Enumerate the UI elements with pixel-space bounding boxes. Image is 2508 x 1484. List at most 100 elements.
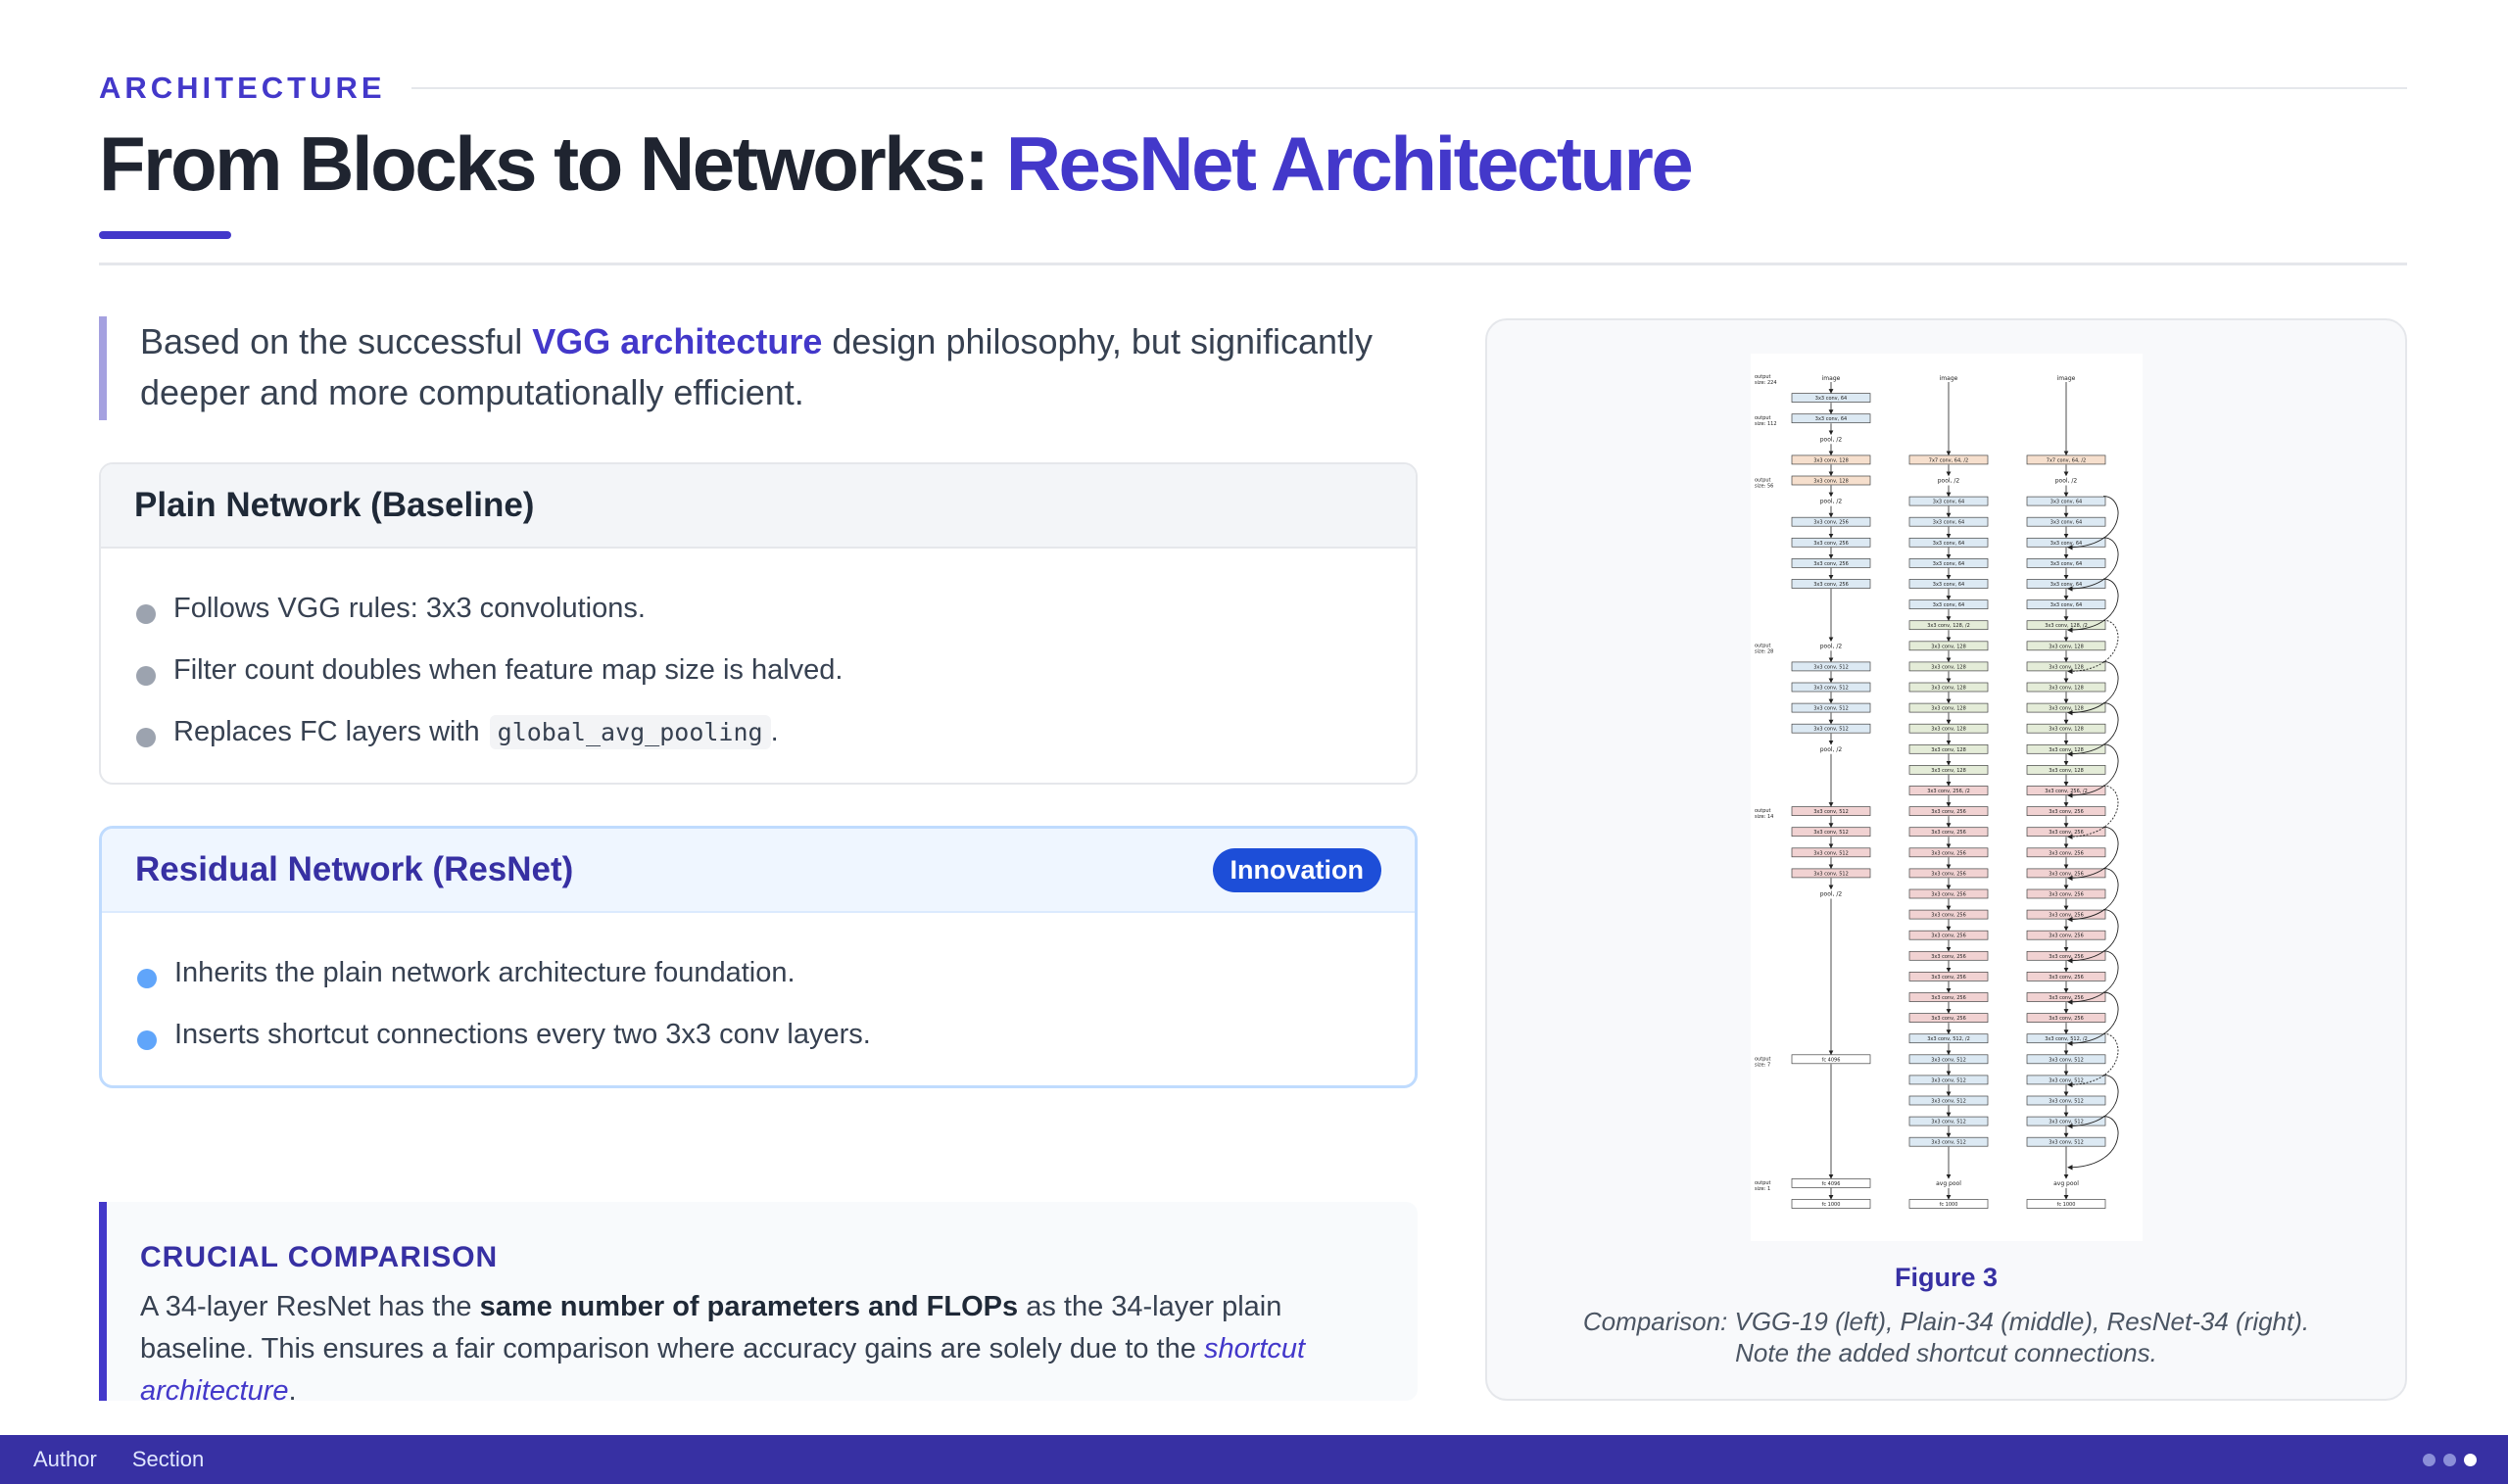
list-item-text: Follows VGG rules: 3x3 convolutions. [173, 593, 646, 624]
diagram-input-label: image [2057, 375, 2076, 382]
resnet-card-title: Residual Network (ResNet) [135, 850, 574, 888]
figure-panel: image 3x3 conv, 64 3x3 conv, 64 pool, /2 3x3… [1485, 318, 2407, 1401]
diagram-layer-label: 3x3 conv, 512 [1813, 706, 1849, 712]
list-item: Inherits the plain network architecture … [137, 942, 1379, 1004]
diagram-size-label: size: 56 [1755, 484, 1773, 490]
diagram-layer-label: 3x3 conv, 256 [1931, 913, 1966, 919]
diagram-layer-label: 3x3 conv, 256 [2049, 913, 2084, 919]
diagram-layer-label: 3x3 conv, 512 [1931, 1057, 1966, 1063]
callout-title: CRUCIAL COMPARISON [140, 1241, 499, 1273]
figure-label: Figure 3 [1894, 1263, 1999, 1292]
diagram-layer-label: 3x3 conv, 256 [1931, 809, 1966, 815]
diagram-layer-label: 3x3 conv, 64 [1815, 416, 1847, 422]
diagram-layer-label: fc 4096 [1822, 1181, 1841, 1187]
diagram-layer-label: 3x3 conv, 64 [2050, 561, 2082, 567]
crucial-comparison-callout: CRUCIAL COMPARISON A 34-layer ResNet has… [99, 1202, 1418, 1407]
diagram-layer-label: 3x3 conv, 512, /2 [1927, 1036, 1970, 1042]
diagram-layer-label: 3x3 conv, 256 [2049, 933, 2084, 939]
intro-highlight: VGG architecture [532, 321, 823, 361]
diagram-layer-label: 7x7 conv, 64, /2 [2047, 457, 2086, 463]
kicker-divider [410, 87, 2407, 89]
diagram-layer-label: 3x3 conv, 256 [1931, 1016, 1966, 1022]
diagram-layer-label: 3x3 conv, 512 [1813, 871, 1849, 877]
diagram-layer-label: 3x3 conv, 256 [2049, 954, 2084, 960]
slide-progress-dots [2423, 1454, 2477, 1466]
diagram-layer-label: 3x3 conv, 256, /2 [1927, 789, 1970, 794]
progress-dot[interactable] [2443, 1454, 2456, 1466]
kicker-row: ARCHITECTURE [99, 69, 2407, 108]
diagram-layer-label: 3x3 conv, 128 [2049, 686, 2084, 692]
diagram-layer-label: 3x3 conv, 128 [1931, 747, 1966, 753]
diagram-layer-label: fc 1000 [1822, 1202, 1841, 1208]
progress-dot-active[interactable] [2464, 1454, 2477, 1466]
plain-network-card: Plain Network (Baseline) Follows VGG rul… [99, 462, 1418, 785]
diagram-input-label: image [1940, 375, 1958, 382]
diagram-layer-label: 3x3 conv, 256 [1813, 541, 1849, 547]
resnet-architecture-diagram: image 3x3 conv, 64 3x3 conv, 64 pool, /2 3x3… [1751, 354, 2143, 1241]
resnet-card-header: Residual Network (ResNet) Innovation [102, 829, 1415, 913]
diagram-layer-label: 3x3 conv, 128 [2049, 768, 2084, 774]
page-title-accent: ResNet Architecture [1005, 120, 1694, 207]
list-item-text: Replaces FC layers with [173, 716, 480, 747]
diagram-layer-label: 3x3 conv, 256 [1813, 520, 1849, 526]
diagram-layer-label: 3x3 conv, 128 [1931, 644, 1966, 649]
diagram-layer-label: 3x3 conv, 128, /2 [2045, 623, 2088, 629]
diagram-layer-label: 3x3 conv, 512 [1931, 1099, 1966, 1105]
resnet-card-list: Inherits the plain network architecture … [102, 913, 1415, 1066]
diagram-size-label: size: 14 [1755, 814, 1773, 820]
diagram-layer-label: 3x3 conv, 256, /2 [2045, 789, 2088, 794]
diagram-layer-label: 3x3 conv, 512, /2 [2045, 1036, 2088, 1042]
callout-bold: same number of parameters and FLOPs [479, 1291, 1019, 1322]
section-kicker: ARCHITECTURE [99, 71, 386, 105]
diagram-size-label: size: 1 [1755, 1186, 1770, 1192]
plain-card-title: Plain Network (Baseline) [134, 486, 535, 524]
diagram-layer-label: 3x3 conv, 512 [2049, 1120, 2084, 1125]
diagram-layer-label: 3x3 conv, 512 [2049, 1077, 2084, 1083]
page-title-main: From Blocks to Networks: [99, 120, 1006, 207]
diagram-layer-label: 3x3 conv, 128 [1931, 686, 1966, 692]
diagram-pool-label: pool, /2 [1820, 643, 1843, 649]
innovation-badge: Innovation [1212, 847, 1381, 892]
diagram-layer-label: 3x3 conv, 256 [1931, 975, 1966, 981]
figure-caption: Comparison: VGG-19 (left), Plain-34 (mid… [1487, 1306, 2405, 1368]
diagram-layer-label: 3x3 conv, 256 [2049, 995, 2084, 1001]
diagram-pool-label: avg pool [1936, 1180, 1961, 1187]
page-title: From Blocks to Networks: ResNet Architec… [99, 120, 1694, 209]
resnet-card: Residual Network (ResNet) Innovation Inh… [99, 826, 1418, 1088]
figure-caption-line-1: Comparison: VGG-19 (left), Plain-34 (mid… [1582, 1307, 2310, 1336]
diagram-layer-label: 3x3 conv, 64 [1933, 561, 1964, 567]
diagram-layer-label: 3x3 conv, 256 [2049, 1016, 2084, 1022]
diagram-layer-label: 3x3 conv, 64 [1815, 396, 1847, 402]
diagram-layer-label: 3x3 conv, 256 [1931, 871, 1966, 877]
diagram-layer-label: 3x3 conv, 512 [2049, 1140, 2084, 1146]
diagram-layer-label: 3x3 conv, 128 [2049, 706, 2084, 712]
diagram-layer-label: 3x3 conv, 256 [2049, 871, 2084, 877]
diagram-layer-label: 3x3 conv, 128 [1931, 727, 1966, 733]
diagram-layer-label: 3x3 conv, 256 [2049, 850, 2084, 856]
footer-section: Section [131, 1447, 205, 1471]
diagram-layer-label: 3x3 conv, 512 [1931, 1077, 1966, 1083]
diagram-layer-label: 3x3 conv, 512 [1813, 664, 1849, 670]
diagram-layer-label: 3x3 conv, 256 [1931, 830, 1966, 836]
diagram-layer-label: 3x3 conv, 256 [1931, 850, 1966, 856]
diagram-layer-label: 3x3 conv, 64 [1933, 520, 1964, 526]
callout-text-3: . [288, 1375, 297, 1407]
diagram-layer-label: 3x3 conv, 64 [1933, 582, 1964, 588]
plain-card-header: Plain Network (Baseline) [101, 464, 1416, 549]
diagram-layer-label: 3x3 conv, 64 [2050, 500, 2082, 505]
list-item: Replaces FC layers with global_avg_pooli… [136, 701, 1380, 763]
diagram-size-label: size: 28 [1755, 648, 1773, 654]
diagram-layer-label: 3x3 conv, 512 [1813, 850, 1849, 856]
diagram-layer-label: 3x3 conv, 512 [1931, 1140, 1966, 1146]
diagram-layer-label: 3x3 conv, 128 [1931, 706, 1966, 712]
diagram-layer-label: 3x3 conv, 256 [1813, 561, 1849, 567]
bullet-dot-icon [136, 665, 156, 686]
diagram-layer-label: 3x3 conv, 512 [1813, 727, 1849, 733]
progress-dot[interactable] [2423, 1454, 2436, 1466]
diagram-layer-label: 3x3 conv, 128 [1931, 664, 1966, 670]
diagram-size-label: size: 224 [1755, 380, 1777, 386]
bullet-dot-icon [137, 968, 157, 988]
diagram-layer-label: 3x3 conv, 256 [2049, 830, 2084, 836]
diagram-layer-label: 3x3 conv, 64 [1933, 541, 1964, 547]
list-item: Filter count doubles when feature map si… [136, 640, 1380, 701]
